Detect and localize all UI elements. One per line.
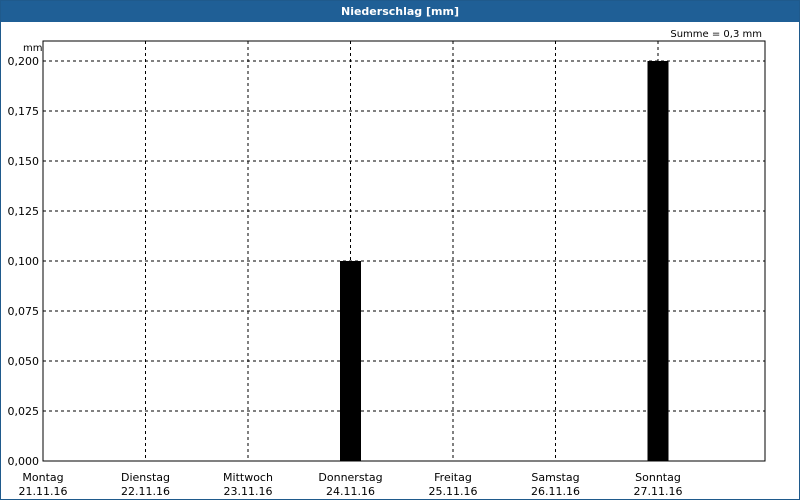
y-axis-unit: mm [23,43,42,54]
y-tick-label: 0,200 [8,55,40,68]
precipitation-bar [647,61,669,461]
x-tick-date: 22.11.16 [121,485,170,498]
y-tick-label: 0,000 [8,455,40,468]
x-tick-date: 25.11.16 [429,485,478,498]
y-tick-label: 0,050 [8,355,40,368]
y-tick-labels: 0,000 0,025 0,050 0,075 0,100 0,125 0,150 0,175… [8,55,40,468]
y-tick-label: 0,075 [8,305,40,318]
x-tick-day: Mittwoch [223,471,273,484]
x-tick-day: Samstag [531,471,579,484]
x-tick-day: Sonntag [635,471,681,484]
y-tick-label: 0,175 [8,105,40,118]
y-tick-label: 0,100 [8,255,40,268]
x-tick-date: 24.11.16 [326,485,375,498]
chart-window: Niederschlag [mm] mm Summe = 0,3 mm 0,00… [0,0,800,500]
y-tick-label: 0,150 [8,155,40,168]
x-tick-date: 27.11.16 [634,485,683,498]
y-tick-label: 0,125 [8,205,40,218]
precipitation-bar [340,261,361,461]
x-tick-day: Freitag [434,471,472,484]
x-tick-day: Dienstag [121,471,170,484]
precipitation-chart: mm Summe = 0,3 mm 0,0000,0250,0500,0750,… [8,29,766,498]
x-tick-day: Donnerstag [318,471,382,484]
x-tick-date: 21.11.16 [19,485,68,498]
x-tick-date: 23.11.16 [224,485,273,498]
x-tick-day: Montag [22,471,63,484]
sum-annotation: Summe = 0,3 mm [670,29,762,40]
x-tick-labels: Montag21.11.16 Dienstag22.11.16 Mittwoch23… [19,471,683,498]
x-tick-date: 26.11.16 [531,485,580,498]
y-tick-label: 0,025 [8,405,40,418]
